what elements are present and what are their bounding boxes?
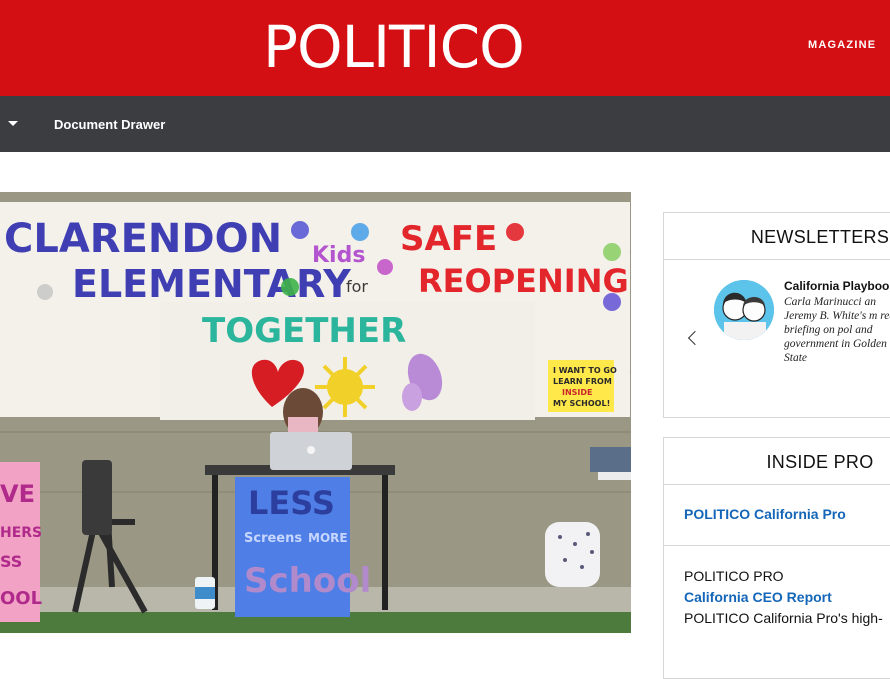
california-ceo-report-link[interactable]: California CEO Report <box>684 589 832 605</box>
newsletter-avatar <box>714 280 774 340</box>
politico-logo[interactable]: POLITICO <box>263 14 525 80</box>
caricature-illustration <box>714 280 774 340</box>
table-sign-less: LESS <box>248 484 335 522</box>
table-sign-school: School <box>244 561 371 601</box>
left-sign-line-4: OOL <box>0 588 42 609</box>
left-sign-line-1: VE <box>0 480 35 508</box>
newsletters-card: NEWSLETTERS California Playboo Carla Mar… <box>663 212 890 418</box>
chevron-left-icon[interactable] <box>687 330 703 346</box>
pro-article-description: POLITICO California Pro's high- <box>684 610 883 626</box>
left-sign-line-3: SS <box>0 552 22 571</box>
inside-pro-title: INSIDE PRO <box>766 452 874 472</box>
inside-pro-row: POLITICO California Pro <box>664 485 890 546</box>
nav-item-document-drawer[interactable]: Document Drawer <box>54 117 165 132</box>
table-sign-more: MORE <box>308 531 348 545</box>
banner-text-clarendon: CLARENDON <box>4 216 282 262</box>
nav-dropdown-caret-icon[interactable] <box>8 121 18 126</box>
table-sign-screens: Screens <box>244 531 302 546</box>
sign-line-1: I WANT TO GO <box>553 366 617 375</box>
sign-line-2: LEARN FROM <box>553 377 612 386</box>
inside-pro-article: POLITICO PRO California CEO Report POLIT… <box>664 546 890 666</box>
inside-pro-card: INSIDE PRO POLITICO California Pro POLIT… <box>663 437 890 679</box>
banner-text-safe: SAFE <box>400 219 497 259</box>
sign-line-3: INSIDE <box>562 388 593 397</box>
banner-text-together: TOGETHER <box>202 311 406 351</box>
newsletter-description: Carla Marinucci an Jeremy B. White's m r… <box>784 296 890 364</box>
banner-text-for: for <box>346 277 368 296</box>
magazine-link[interactable]: MAGAZINE <box>808 39 876 51</box>
inside-pro-header: INSIDE PRO <box>664 438 890 485</box>
banner-text-reopening: REOPENING <box>418 262 629 300</box>
hero-illustration: CLARENDON ELEMENTARY Kids for SAFE REOPE… <box>0 192 631 633</box>
pro-kicker: POLITICO PRO <box>684 568 784 584</box>
newsletters-title: NEWSLETTERS <box>750 227 890 247</box>
section-nav: Document Drawer <box>0 96 890 152</box>
newsletters-header: NEWSLETTERS <box>664 213 890 260</box>
sign-line-4: MY SCHOOL! <box>553 399 610 408</box>
site-header: POLITICO MAGAZINE <box>0 0 890 96</box>
banner-text-elementary: ELEMENTARY <box>72 262 351 306</box>
newsletter-carousel: California Playboo Carla Marinucci an Je… <box>664 260 890 416</box>
politico-california-pro-link[interactable]: POLITICO California Pro <box>684 506 846 522</box>
banner-text-kids: Kids <box>312 243 365 268</box>
left-sign-line-2: HERS <box>0 525 42 541</box>
newsletter-name[interactable]: California Playboo <box>784 279 889 293</box>
hero-photo: CLARENDON ELEMENTARY Kids for SAFE REOPE… <box>0 192 631 633</box>
